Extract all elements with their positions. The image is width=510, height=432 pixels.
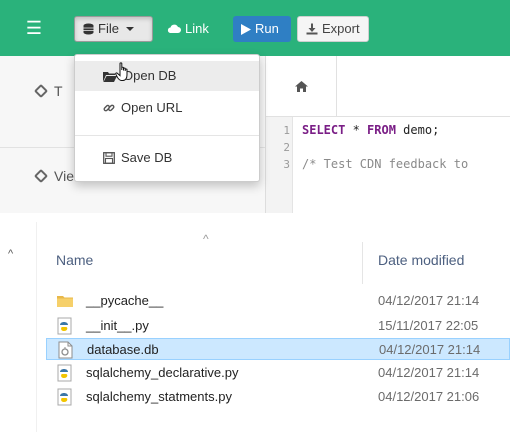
file-menu-button[interactable]: File xyxy=(74,16,153,42)
cube-icon xyxy=(33,168,49,184)
export-label: Export xyxy=(322,21,360,36)
link-button[interactable]: Link xyxy=(159,16,227,42)
home-tab[interactable] xyxy=(266,56,337,116)
file-row[interactable]: sqlalchemy_declarative.py 04/12/2017 21:… xyxy=(46,362,510,384)
file-name: sqlalchemy_declarative.py xyxy=(86,365,239,380)
column-header-date-modified[interactable]: Date modified xyxy=(378,252,464,268)
python-file-icon xyxy=(57,388,72,406)
file-dropdown-menu: Open DB Open URL Save DB xyxy=(74,54,260,182)
file-row[interactable]: __init__.py 15/11/2017 22:05 xyxy=(46,315,510,337)
file-name: __pycache__ xyxy=(86,293,164,308)
file-date: 04/12/2017 21:06 xyxy=(378,389,480,404)
line-number: 2 xyxy=(283,141,290,154)
chevron-up-icon[interactable]: ^ xyxy=(8,248,13,260)
hand-cursor-icon xyxy=(115,62,128,81)
column-separator[interactable] xyxy=(362,242,363,284)
sidebar-item-label: T xyxy=(54,83,63,99)
play-icon xyxy=(241,23,251,35)
database-file-icon xyxy=(58,341,73,359)
file-name: database.db xyxy=(87,342,159,357)
menu-item-label: Open DB xyxy=(123,68,177,83)
save-icon xyxy=(103,152,115,164)
code-text: demo; xyxy=(395,123,440,137)
link-label: Link xyxy=(185,21,209,36)
folder-icon xyxy=(57,296,73,307)
toolbar: ☰ File Link Run Export xyxy=(0,0,510,56)
file-explorer: ^ ^ Name Date modified __pycache__ 04/12… xyxy=(0,222,510,432)
link-icon xyxy=(103,104,115,112)
file-label: File xyxy=(98,21,119,36)
sidebar-item-tables[interactable]: T xyxy=(33,83,63,99)
file-date: 04/12/2017 21:14 xyxy=(378,293,480,308)
file-name: __init__.py xyxy=(86,318,149,333)
menu-item-label: Save DB xyxy=(121,150,173,165)
caret-down-icon xyxy=(125,27,134,31)
file-name: sqlalchemy_statments.py xyxy=(86,389,232,404)
sql-keyword: SELECT xyxy=(302,123,346,137)
file-date: 15/11/2017 22:05 xyxy=(378,318,479,333)
file-row[interactable]: __pycache__ 04/12/2017 21:14 xyxy=(46,290,510,312)
database-icon xyxy=(83,23,94,35)
menu-item-open-db[interactable]: Open DB xyxy=(75,61,259,91)
line-number: 1 xyxy=(283,124,290,137)
download-icon xyxy=(306,23,318,35)
file-date: 04/12/2017 21:14 xyxy=(378,365,480,380)
hamburger-icon[interactable]: ☰ xyxy=(24,17,44,39)
code-line[interactable]: SELECT * FROM demo; xyxy=(302,123,439,137)
column-header-name[interactable]: Name xyxy=(56,252,93,268)
home-icon xyxy=(294,80,308,92)
file-row-selected[interactable]: database.db 04/12/2017 21:14 xyxy=(46,338,510,360)
sql-app: ☰ File Link Run Export T View 1 2 3 SELE… xyxy=(0,0,510,213)
sql-keyword: FROM xyxy=(367,123,396,137)
python-file-icon xyxy=(57,317,72,335)
run-label: Run xyxy=(255,21,279,36)
run-button[interactable]: Run xyxy=(233,16,291,42)
menu-item-save-db[interactable]: Save DB xyxy=(75,143,259,173)
sort-ascending-icon: ^ xyxy=(203,232,209,246)
menu-separator xyxy=(75,135,259,136)
menu-item-open-url[interactable]: Open URL xyxy=(75,93,259,123)
code-text: * xyxy=(345,123,368,137)
cube-icon xyxy=(33,83,49,99)
cloud-icon xyxy=(167,24,181,33)
file-date: 04/12/2017 21:14 xyxy=(379,342,481,357)
menu-item-label: Open URL xyxy=(121,100,183,115)
code-comment[interactable]: /* Test CDN feedback to xyxy=(302,157,468,171)
python-file-icon xyxy=(57,364,72,382)
navigation-pane-edge: ^ xyxy=(0,222,37,432)
export-button[interactable]: Export xyxy=(297,16,369,42)
line-number: 3 xyxy=(283,158,290,171)
file-row[interactable]: sqlalchemy_statments.py 04/12/2017 21:06 xyxy=(46,386,510,408)
